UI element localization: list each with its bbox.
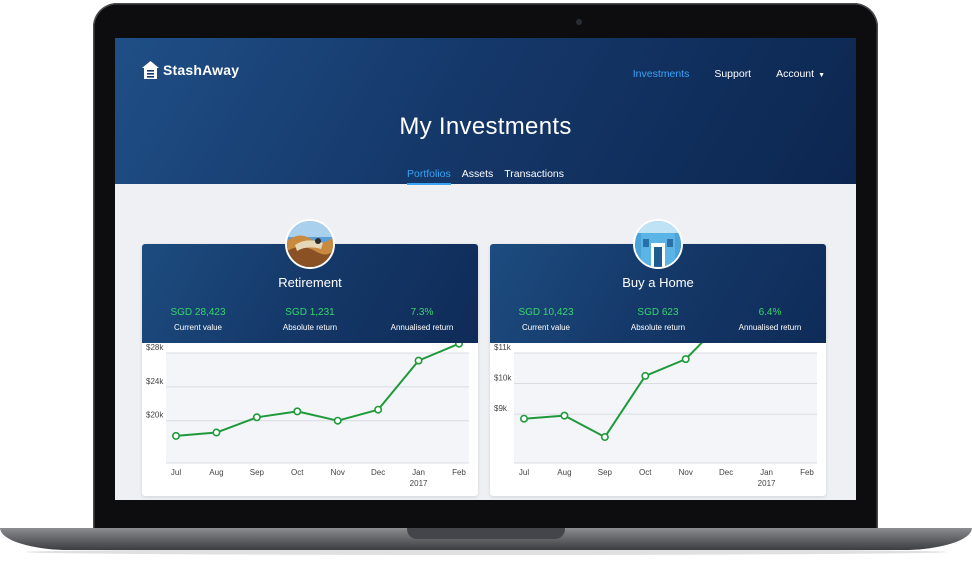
caret-down-icon: ▼ (818, 72, 825, 79)
absolute-return-label: Absolute return (630, 323, 686, 332)
x-tick-label: Aug (557, 468, 571, 477)
y-tick-label: $9k (494, 404, 508, 413)
data-point (414, 356, 423, 365)
portfolio-name: Buy a Home (622, 275, 694, 290)
nav-support[interactable]: Support (714, 68, 751, 80)
stat-current-value: SGD 10,423 Current value (490, 307, 602, 332)
x-tick-label: Dec (371, 468, 385, 477)
y-tick-label: $28k (146, 343, 164, 352)
current-value-label: Current value (521, 323, 571, 332)
portfolio-avatar-buy-a-home (633, 219, 683, 269)
absolute-return: SGD 1,231 (285, 307, 335, 318)
x-tick-label: Sep (598, 468, 613, 477)
nav-account[interactable]: Account ▼ (776, 68, 825, 80)
data-point (560, 411, 569, 420)
data-point (374, 405, 383, 414)
y-tick-label: $11k (494, 343, 512, 352)
data-point (333, 416, 342, 425)
x-tick-label: Jul (171, 468, 181, 477)
x-tick-label: Oct (291, 468, 304, 477)
x-tick-label: Nov (331, 468, 345, 477)
nav-investments[interactable]: Investments (633, 68, 690, 80)
data-point (252, 413, 261, 422)
data-point (212, 428, 221, 437)
tab-portfolios[interactable]: Portfolios (406, 168, 451, 185)
data-point (455, 343, 463, 348)
app-screen: StashAway Investments Support Account ▼ M… (115, 38, 856, 500)
laptop-notch (407, 528, 565, 539)
portfolio-chart-retirement: $20k $24k $28k Jul Aug Sep Oct Nov Dec Jan 2017 Feb (146, 343, 469, 488)
x-tick-sublabel: 2017 (410, 479, 428, 488)
x-tick-label: Jan (760, 468, 773, 477)
x-tick-label: Aug (209, 468, 223, 477)
x-tick-label: Dec (719, 468, 733, 477)
x-tick-label: Feb (800, 468, 814, 477)
tab-bar: Portfolios Assets Transactions (115, 168, 856, 185)
header-hero: StashAway Investments Support Account ▼ M… (115, 38, 856, 185)
x-tick-sublabel: 2017 (758, 479, 776, 488)
data-point (171, 431, 180, 440)
page-title: My Investments (399, 113, 572, 140)
data-point (293, 407, 302, 416)
stat-absolute-return: SGD 623 Absolute return (602, 307, 714, 332)
camera-icon (576, 19, 582, 25)
stat-annualised-return: 7.3% Annualised return (366, 307, 478, 332)
stat-annualised-return: 6.4% Annualised return (714, 307, 826, 332)
plot-area (514, 353, 817, 463)
y-tick-label: $24k (146, 377, 164, 386)
x-tick-label: Jan (412, 468, 425, 477)
x-tick-label: Feb (452, 468, 466, 477)
y-tick-label: $20k (146, 411, 164, 420)
x-tick-label: Nov (679, 468, 693, 477)
annualised-return-label: Annualised return (738, 323, 802, 332)
x-tick-label: Jul (519, 468, 529, 477)
portfolio-avatar-retirement (285, 219, 335, 269)
annualised-return: 6.4% (758, 307, 782, 318)
tab-assets[interactable]: Assets (462, 168, 494, 185)
x-tick-label: Oct (639, 468, 652, 477)
portfolio-stats: SGD 10,423 Current value SGD 623 Absolut… (490, 307, 826, 332)
data-point (641, 371, 650, 380)
absolute-return: SGD 623 (637, 307, 679, 318)
absolute-return-label: Absolute return (282, 323, 338, 332)
top-nav: Investments Support Account ▼ (633, 68, 825, 80)
annualised-return-label: Annualised return (390, 323, 454, 332)
y-tick-label: $10k (494, 374, 512, 383)
portfolio-stats: SGD 28,423 Current value SGD 1,231 Absol… (142, 307, 478, 332)
portfolio-name: Retirement (278, 275, 342, 290)
brand-logo[interactable]: StashAway (142, 61, 239, 79)
data-point (681, 355, 690, 364)
tab-transactions[interactable]: Transactions (504, 168, 564, 185)
portfolio-chart-buy-a-home: $9k $10k $11k Jul Aug Sep Oct Nov Dec Jan 2017 Feb (494, 343, 817, 488)
portfolio-card-retirement[interactable]: Retirement SGD 28,423 Current value SGD … (142, 244, 478, 496)
house-logo-icon (142, 61, 159, 79)
portfolio-card-buy-a-home[interactable]: Buy a Home SGD 10,423 Current value SGD … (490, 244, 826, 496)
coastal-photo-icon (287, 221, 333, 267)
current-value-label: Current value (173, 323, 223, 332)
current-value: SGD 28,423 (170, 307, 226, 318)
stat-current-value: SGD 28,423 Current value (142, 307, 254, 332)
data-point (519, 414, 528, 423)
x-tick-label: Sep (250, 468, 265, 477)
current-value: SGD 10,423 (518, 307, 574, 318)
plot-area (166, 353, 469, 463)
data-point (600, 433, 609, 442)
stat-absolute-return: SGD 1,231 Absolute return (254, 307, 366, 332)
nav-account-label: Account (776, 68, 815, 80)
annualised-return: 7.3% (410, 307, 434, 318)
blue-house-photo-icon (635, 221, 681, 267)
brand-name: StashAway (163, 62, 240, 78)
